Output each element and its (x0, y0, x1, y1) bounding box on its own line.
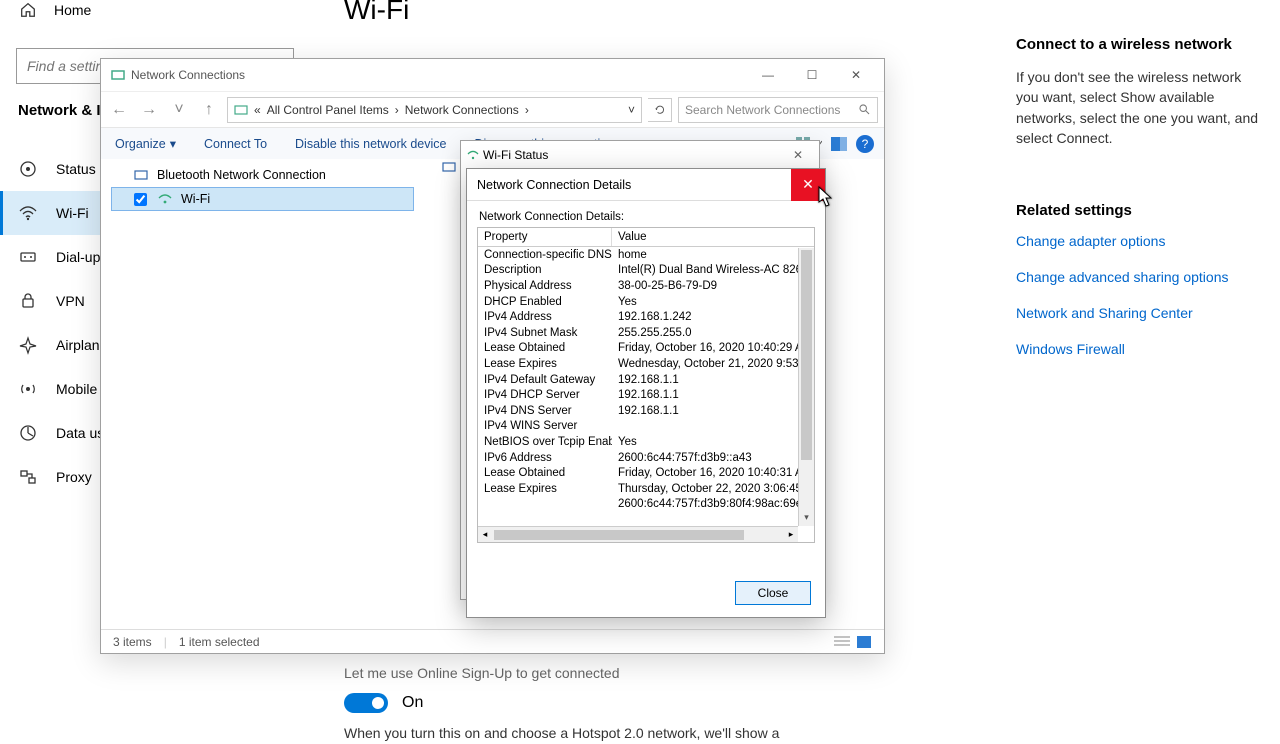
table-row[interactable]: IPv6 Address2600:6c44:757f:d3b9::a43 (478, 450, 814, 466)
large-icons-view-icon[interactable] (856, 635, 872, 649)
hotspot-icon (18, 379, 38, 399)
online-signup-toggle[interactable] (344, 693, 388, 713)
status-icon (18, 159, 38, 179)
organize-menu[interactable]: Organize ▾ (115, 136, 180, 151)
ncd-table: Property Value Connection-specific DNS .… (477, 227, 815, 543)
table-row[interactable]: Lease ExpiresWednesday, October 21, 2020… (478, 356, 814, 372)
scroll-thumb[interactable] (801, 250, 812, 460)
preview-pane-icon[interactable] (830, 135, 848, 153)
col-property[interactable]: Property (478, 228, 612, 246)
wifi-icon (18, 203, 38, 223)
table-row[interactable]: Lease ObtainedFriday, October 16, 2020 1… (478, 465, 814, 481)
link-adapter-options[interactable]: Change adapter options (1016, 233, 1266, 249)
proxy-icon (18, 467, 38, 487)
table-row[interactable]: Connection-specific DNS ...home (478, 247, 814, 263)
breadcrumb-network-connections[interactable]: Network Connections (405, 103, 519, 117)
table-row[interactable]: Physical Address38-00-25-B6-79-D9 (478, 278, 814, 294)
scroll-left-arrow[interactable]: ◂ (478, 529, 492, 540)
recent-dropdown[interactable]: ˅ (167, 98, 191, 122)
wifi-checkbox[interactable] (134, 193, 147, 206)
connect-heading: Connect to a wireless network (1016, 36, 1266, 53)
link-windows-firewall[interactable]: Windows Firewall (1016, 341, 1266, 357)
vertical-scrollbar[interactable]: ▾ (798, 248, 814, 526)
disable-device-button[interactable]: Disable this network device (295, 137, 450, 151)
hscroll-thumb[interactable] (494, 530, 744, 540)
dialup-icon (18, 247, 38, 267)
minimize-button[interactable]: — (746, 61, 790, 89)
body-text: When you turn this on and choose a Hotsp… (344, 723, 984, 744)
connect-to-button[interactable]: Connect To (204, 137, 271, 151)
obscured-text: Let me use Online Sign-Up to get connect… (344, 665, 984, 681)
details-view-icon[interactable] (834, 635, 850, 649)
maximize-button[interactable]: ☐ (790, 61, 834, 89)
item-count: 3 items (113, 635, 152, 649)
data-icon (18, 423, 38, 443)
window-title: Network Connections (131, 68, 746, 82)
status-bar: 3 items | 1 item selected (101, 629, 884, 653)
table-row[interactable]: DHCP EnabledYes (478, 294, 814, 310)
address-bar-row: ← → ˅ ↑ « All Control Panel Items › Netw… (101, 91, 884, 127)
table-row[interactable]: IPv4 WINS Server (478, 419, 814, 435)
refresh-button[interactable] (648, 98, 672, 122)
breadcrumb-control-panel[interactable]: All Control Panel Items (267, 103, 389, 117)
table-row[interactable]: IPv4 Address192.168.1.242 (478, 309, 814, 325)
airplane-icon (18, 335, 38, 355)
table-row[interactable]: Lease ExpiresThursday, October 22, 2020 … (478, 481, 814, 497)
ncd-close-button[interactable]: Close (735, 581, 811, 605)
home-label: Home (54, 2, 91, 18)
link-network-sharing-center[interactable]: Network and Sharing Center (1016, 305, 1266, 321)
ncd-rows: Connection-specific DNS ...homeDescripti… (478, 247, 814, 512)
ncd-titlebar[interactable]: Network Connection Details ✕ (467, 169, 825, 201)
selected-count: 1 item selected (179, 635, 260, 649)
ncd-close-x[interactable]: ✕ (791, 169, 825, 201)
table-row[interactable]: DescriptionIntel(R) Dual Band Wireless-A… (478, 263, 814, 279)
table-row[interactable]: NetBIOS over Tcpip Enab...Yes (478, 434, 814, 450)
table-row[interactable]: 2600:6c44:757f:d3b9:80f4:98ac:69e9: (478, 497, 814, 513)
horizontal-scrollbar[interactable]: ◂ ▸ (478, 526, 798, 542)
close-button[interactable]: ✕ (834, 61, 878, 89)
home-row[interactable]: Home (0, 0, 310, 20)
table-row[interactable]: IPv4 DNS Server192.168.1.1 (478, 403, 814, 419)
up-button[interactable]: ↑ (197, 98, 221, 122)
network-connection-details-dialog: Network Connection Details ✕ Network Con… (466, 168, 826, 618)
wifi-conn-icon (157, 191, 173, 207)
window-titlebar[interactable]: Network Connections — ☐ ✕ (101, 59, 884, 91)
table-row[interactable]: Lease ObtainedFriday, October 16, 2020 1… (478, 341, 814, 357)
bluetooth-icon (133, 167, 149, 183)
explorer-search[interactable]: Search Network Connections (678, 97, 878, 123)
ncd-label: Network Connection Details: (467, 201, 825, 227)
right-panel: Connect to a wireless network If you don… (1016, 36, 1266, 377)
search-icon (858, 103, 871, 116)
col-value[interactable]: Value (612, 228, 814, 246)
table-row[interactable]: IPv4 Subnet Mask255.255.255.0 (478, 325, 814, 341)
window-icon (111, 68, 125, 82)
table-row[interactable]: IPv4 Default Gateway192.168.1.1 (478, 372, 814, 388)
toggle-label: On (402, 694, 423, 712)
vpn-icon (18, 291, 38, 311)
home-icon (18, 0, 38, 20)
toggle-row: On (344, 693, 984, 713)
ncd-table-header[interactable]: Property Value (478, 228, 814, 247)
scroll-down-arrow[interactable]: ▾ (799, 512, 814, 526)
breadcrumb-icon (234, 103, 248, 117)
help-icon[interactable]: ? (856, 135, 874, 153)
page-title: Wi-Fi (344, 0, 984, 26)
address-bar[interactable]: « All Control Panel Items › Network Conn… (227, 97, 642, 123)
connection-wifi[interactable]: Wi-Fi (111, 187, 414, 211)
link-advanced-sharing[interactable]: Change advanced sharing options (1016, 269, 1266, 285)
wifi-status-icon (467, 149, 479, 161)
connection-partial[interactable] (441, 159, 457, 175)
scroll-right-arrow[interactable]: ▸ (784, 529, 798, 540)
wifi-status-close[interactable]: ✕ (783, 148, 813, 162)
table-row[interactable]: IPv4 DHCP Server192.168.1.1 (478, 387, 814, 403)
connect-desc: If you don't see the wireless network yo… (1016, 67, 1266, 148)
related-heading: Related settings (1016, 202, 1266, 219)
forward-button[interactable]: → (137, 98, 161, 122)
back-button[interactable]: ← (107, 98, 131, 122)
wifi-status-titlebar[interactable]: Wi-Fi Status ✕ (461, 141, 819, 169)
address-dropdown[interactable]: ˅ (628, 103, 635, 117)
